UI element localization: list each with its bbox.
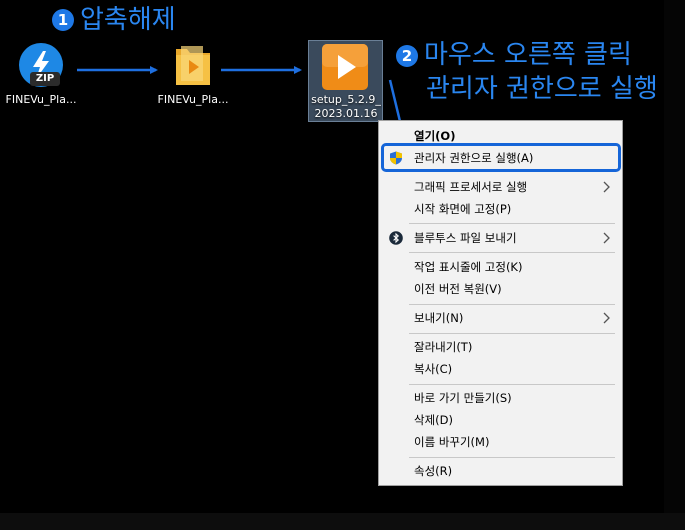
zip-badge: ZIP — [30, 72, 60, 86]
menu-item-cut[interactable]: 잘라내기(T) — [379, 336, 622, 358]
extracted-folder-item[interactable]: FINEVu_Pla... — [154, 93, 232, 107]
setup-exe-label-group: setup_5.2.9_ 2023.01.16 — [307, 93, 385, 121]
menu-item-create-shortcut[interactable]: 바로 가기 만들기(S) — [379, 387, 622, 409]
menu-item-create-shortcut-label: 바로 가기 만들기(S) — [414, 391, 512, 405]
bluetooth-icon — [389, 231, 403, 245]
folder-icon[interactable] — [173, 43, 213, 89]
menu-separator — [409, 333, 615, 334]
menu-separator — [409, 304, 615, 305]
menu-item-cut-label: 잘라내기(T) — [414, 340, 473, 354]
setup-exe-label-line1: setup_5.2.9_ — [311, 93, 381, 106]
menu-item-copy[interactable]: 복사(C) — [379, 358, 622, 380]
desktop-background: 1 압축해제 2 마우스 오른쪽 클릭 관리자 권한으로 실행 ZIP FINE… — [0, 0, 685, 530]
menu-item-properties-label: 속성(R) — [414, 464, 453, 478]
menu-item-restore-prev-label: 이전 버전 복원(V) — [414, 282, 502, 296]
zip-file-item[interactable]: FINEVu_Pla... — [2, 93, 80, 107]
menu-item-bluetooth-send-label: 블루투스 파일 보내기 — [414, 231, 517, 245]
menu-separator — [409, 223, 615, 224]
context-menu: 열기(O) 관리자 권한으로 실행(A) 그래픽 프로세서로 실행 시작 화면에… — [378, 120, 623, 486]
run-as-admin-highlight — [381, 143, 621, 172]
menu-item-rename[interactable]: 이름 바꾸기(M) — [379, 431, 622, 453]
menu-item-run-with-gpu[interactable]: 그래픽 프로세서로 실행 — [379, 176, 622, 198]
menu-item-pin-taskbar-label: 작업 표시줄에 고정(K) — [414, 260, 523, 274]
chevron-right-icon — [603, 312, 610, 324]
menu-item-pin-start[interactable]: 시작 화면에 고정(P) — [379, 198, 622, 220]
menu-item-run-with-gpu-label: 그래픽 프로세서로 실행 — [414, 180, 528, 194]
menu-item-restore-prev[interactable]: 이전 버전 복원(V) — [379, 278, 622, 300]
menu-item-properties[interactable]: 속성(R) — [379, 460, 622, 482]
menu-item-copy-label: 복사(C) — [414, 362, 453, 376]
menu-item-pin-taskbar[interactable]: 작업 표시줄에 고정(K) — [379, 256, 622, 278]
zip-file-label: FINEVu_Pla... — [5, 93, 77, 106]
menu-separator — [409, 457, 615, 458]
chevron-right-icon — [603, 232, 610, 244]
setup-exe-label-line2: 2023.01.16 — [314, 107, 378, 120]
menu-item-delete-label: 삭제(D) — [414, 413, 453, 427]
setup-exe-icon[interactable] — [320, 42, 370, 92]
menu-separator — [409, 384, 615, 385]
menu-item-delete[interactable]: 삭제(D) — [379, 409, 622, 431]
menu-item-rename-label: 이름 바꾸기(M) — [414, 435, 490, 449]
chevron-right-icon — [603, 181, 610, 193]
menu-item-pin-start-label: 시작 화면에 고정(P) — [414, 202, 512, 216]
extracted-folder-label: FINEVu_Pla... — [157, 93, 229, 106]
menu-item-send-to[interactable]: 보내기(N) — [379, 307, 622, 329]
menu-separator — [409, 252, 615, 253]
menu-item-send-to-label: 보내기(N) — [414, 311, 464, 325]
menu-item-bluetooth-send[interactable]: 블루투스 파일 보내기 — [379, 227, 622, 249]
